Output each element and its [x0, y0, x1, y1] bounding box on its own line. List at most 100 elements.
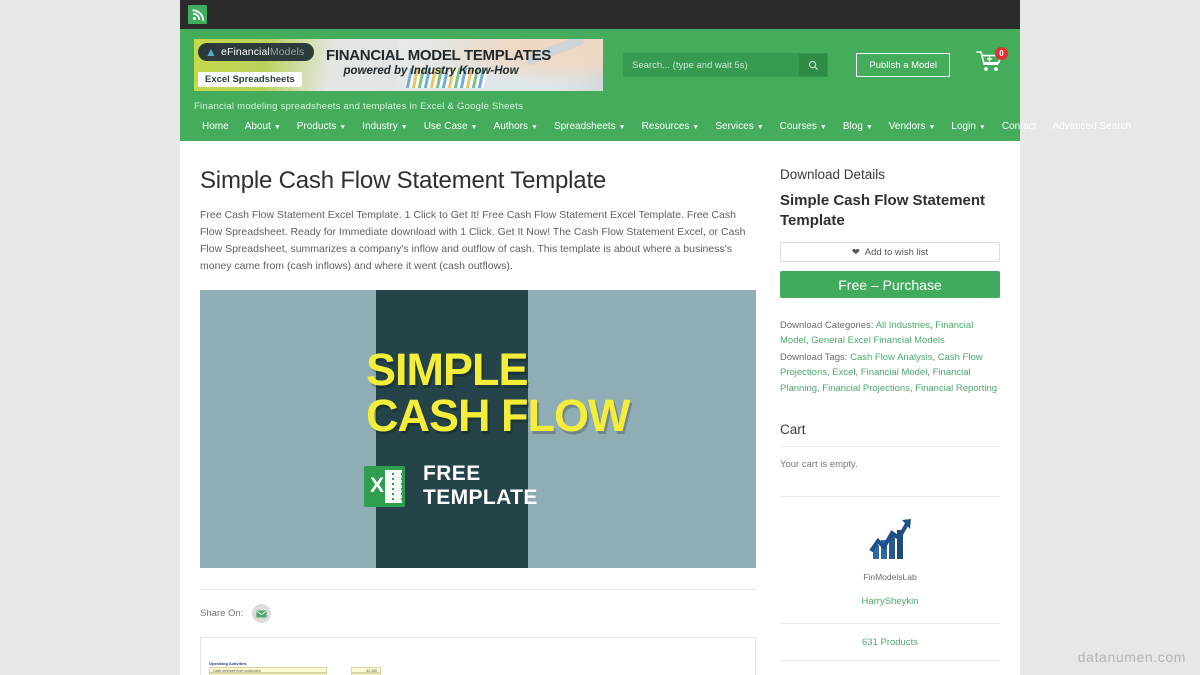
publish-a-model-button[interactable]: Publish a Model [856, 53, 950, 77]
chevron-down-icon: ▼ [273, 123, 281, 131]
nav-item-products[interactable]: Products ▼ [289, 122, 354, 132]
nav-item-resources[interactable]: Resources ▼ [634, 122, 708, 132]
nav-item-authors[interactable]: Authors ▼ [486, 122, 546, 132]
browser-page: ▲ eFinancialModels Excel Spreadsheets FI… [0, 0, 1200, 675]
chevron-down-icon: ▼ [819, 123, 827, 131]
product-hero-image: SIMPLE CASH FLOW X FREE TEMPLATE [200, 290, 756, 568]
cart-empty-message: Your cart is empty. [780, 458, 858, 470]
nav-label: Courses [779, 121, 817, 132]
hero-free-template-text: FREE TEMPLATE [423, 462, 538, 509]
main-column: Simple Cash Flow Statement Template Free… [200, 167, 756, 675]
hero-headline-line2: CASH FLOW [366, 390, 630, 441]
heart-icon: ❤ [851, 246, 860, 258]
logo-brand: Financial [226, 46, 270, 58]
nav-item-blog[interactable]: Blog ▼ [835, 122, 881, 132]
excel-grid [385, 470, 402, 503]
nav-label: Products [296, 121, 337, 132]
nav-item-vendors[interactable]: Vendors ▼ [881, 122, 944, 132]
sidebar: Download Details Simple Cash Flow Statem… [780, 167, 1000, 675]
nav-label: About [244, 121, 271, 132]
vendor-box: FinModelsLab HarrySheykin 631 Products [780, 495, 1000, 661]
logo-suffix: Models [269, 46, 305, 58]
excel-icon: X [364, 466, 405, 507]
vendor-logo-icon [861, 510, 919, 569]
tag-link[interactable]: Cash Flow Analysis [850, 352, 932, 363]
nav-item-courses[interactable]: Courses ▼ [772, 122, 835, 132]
preview-section1-title: Operating Activities [209, 661, 247, 666]
chevron-down-icon: ▼ [400, 123, 408, 131]
download-details-heading: Download Details [780, 167, 886, 182]
nav-item-home[interactable]: Home [194, 122, 237, 132]
chart-logo-icon: ▲ [205, 45, 217, 59]
nav-item-about[interactable]: About ▼ [237, 122, 289, 132]
rss-icon[interactable] [188, 5, 207, 24]
chevron-down-icon: ▼ [339, 123, 347, 131]
site-logo[interactable]: ▲ eFinancialModels [198, 43, 315, 61]
top-utility-bar [180, 0, 1020, 29]
nav-label: Login [951, 121, 976, 132]
product-meta: Download Categories: All Industries, Fin… [780, 318, 1000, 396]
nav-item-contact[interactable]: Contact [994, 122, 1044, 132]
chevron-down-icon: ▼ [756, 123, 764, 131]
nav-label: Industry [362, 121, 398, 132]
nav-label: Vendors [888, 121, 926, 132]
wishlist-label: Add to wish list [864, 246, 929, 258]
site-banner[interactable]: ▲ eFinancialModels Excel Spreadsheets FI… [194, 39, 603, 91]
nav-label: Advanced Search [1052, 121, 1132, 132]
spreadsheet-preview[interactable]: Operating Activities Cash received from … [200, 637, 756, 675]
category-link[interactable]: General Excel Financial Models [811, 335, 945, 346]
banner-line1: FINANCIAL MODEL TEMPLATES [326, 47, 552, 64]
chevron-down-icon: ▼ [470, 123, 478, 131]
nav-label: Resources [641, 121, 690, 132]
add-to-wishlist-button[interactable]: ❤ Add to wish list [780, 242, 1000, 262]
tags-label: Download Tags: [780, 351, 848, 363]
tag-link[interactable]: Financial Model [861, 367, 928, 378]
nav-label: Spreadsheets [553, 121, 616, 132]
nav-label: Blog [842, 121, 863, 132]
share-row: Share On: [200, 589, 756, 623]
sidebar-product-title: Simple Cash Flow Statement Template [780, 192, 986, 229]
nav-item-use-case[interactable]: Use Case ▼ [416, 122, 486, 132]
vendor-products-link[interactable]: 631 Products [780, 622, 1000, 661]
nav-label: Home [202, 121, 229, 132]
tag-link[interactable]: Excel [832, 367, 855, 378]
search-bar[interactable] [623, 53, 829, 77]
search-button[interactable] [799, 54, 828, 76]
share-label: Share On: [200, 608, 244, 619]
purchase-button[interactable]: Free – Purchase [780, 271, 1000, 298]
excel-letter: X [370, 474, 385, 497]
chevron-down-icon: ▼ [865, 123, 873, 131]
nav-label: Services [715, 121, 754, 132]
category-link[interactable]: All Industries [876, 320, 930, 331]
nav-item-login[interactable]: Login ▼ [943, 122, 993, 132]
nav-item-industry[interactable]: Industry ▼ [354, 122, 416, 132]
cart-count-badge: 0 [995, 47, 1008, 60]
spreadsheet-content: Operating Activities Cash received from … [209, 659, 381, 675]
cart-button[interactable]: 0 [976, 47, 1008, 77]
hero-free-line1: FREE [423, 462, 481, 485]
site-header: ▲ eFinancialModels Excel Spreadsheets FI… [180, 29, 1131, 141]
search-input[interactable] [624, 54, 800, 76]
download-categories: Download Categories: All Industries, Fin… [780, 320, 974, 347]
watermark: datanumen.com [1077, 649, 1186, 665]
banner-title: FINANCIAL MODEL TEMPLATES powered by Ind… [326, 47, 552, 77]
email-share-icon[interactable] [252, 604, 272, 623]
hero-free-line2: TEMPLATE [423, 485, 538, 509]
product-description: Free Cash Flow Statement Excel Template.… [200, 209, 746, 272]
nav-item-services[interactable]: Services ▼ [707, 122, 771, 132]
tag-link[interactable]: Financial Reporting [915, 383, 997, 394]
hero-headline-line1: SIMPLE [366, 344, 529, 395]
chevron-down-icon: ▼ [531, 123, 538, 131]
chevron-down-icon: ▼ [978, 123, 986, 131]
main-navigation: Home About ▼ Products ▼ Industry ▼ Use Case… [180, 113, 1131, 141]
nav-item-spreadsheets[interactable]: Spreadsheets ▼ [546, 122, 634, 132]
cart-heading: Cart [780, 422, 1000, 447]
tag-link[interactable]: Financial Projections [822, 383, 910, 394]
chevron-down-icon: ▼ [692, 123, 700, 131]
nav-item-advanced-search[interactable]: Advanced Search [1044, 122, 1139, 132]
chevron-down-icon: ▼ [928, 123, 936, 131]
categories-label: Download Categories: [780, 320, 874, 331]
chevron-down-icon: ▼ [618, 123, 626, 131]
vendor-author-link[interactable]: HarrySheykin [780, 596, 1000, 607]
nav-label: Authors [493, 121, 528, 132]
